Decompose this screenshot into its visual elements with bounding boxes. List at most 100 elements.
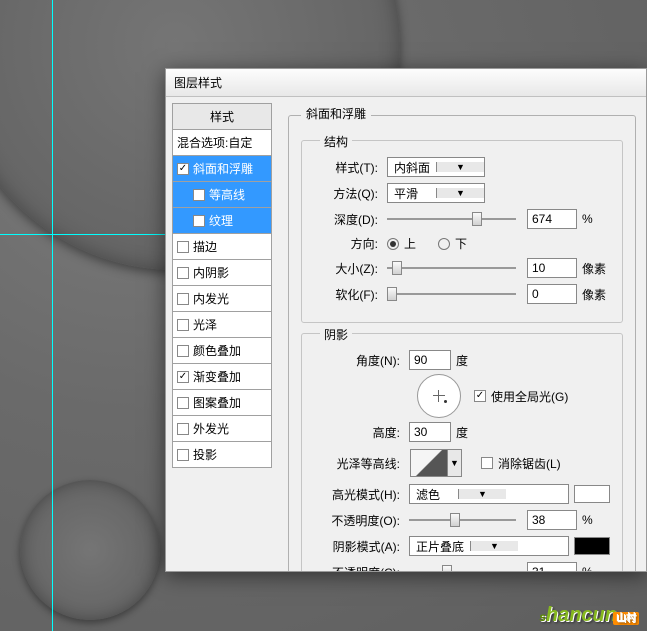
sidebar-item-label: 光泽 <box>193 316 217 333</box>
chevron-down-icon: ▼ <box>448 449 462 477</box>
depth-input[interactable]: 674 <box>527 209 577 229</box>
highlight-opacity-label: 不透明度(O): <box>314 512 404 529</box>
shading-legend: 阴影 <box>320 326 352 343</box>
sidebar-blend-options[interactable]: 混合选项:自定 <box>172 130 272 156</box>
checkbox-icon[interactable] <box>177 241 189 253</box>
direction-up-radio[interactable] <box>387 238 399 250</box>
chevron-down-icon: ▼ <box>470 541 518 551</box>
sidebar-item-label: 纹理 <box>209 212 233 229</box>
checkbox-icon[interactable] <box>193 189 205 201</box>
checkbox-icon[interactable] <box>177 423 189 435</box>
sidebar-item-drop-shadow[interactable]: 投影 <box>172 442 272 468</box>
sidebar-item-color-overlay[interactable]: 颜色叠加 <box>172 338 272 364</box>
highlight-color-swatch[interactable] <box>574 485 610 503</box>
checkbox-icon[interactable] <box>177 163 189 175</box>
depth-label: 深度(D): <box>314 211 382 228</box>
chevron-down-icon: ▼ <box>436 188 484 198</box>
shadow-mode-combo[interactable]: 正片叠底▼ <box>409 536 569 556</box>
highlight-opacity-input[interactable]: 38 <box>527 510 577 530</box>
structure-fieldset: 结构 样式(T): 内斜面▼ 方法(Q): 平滑▼ 深度(D): 674 % <box>301 140 623 323</box>
sidebar-item-gradient-overlay[interactable]: 渐变叠加 <box>172 364 272 390</box>
sidebar-item-label: 内发光 <box>193 290 229 307</box>
altitude-unit: 度 <box>456 424 468 441</box>
soften-label: 软化(F): <box>314 286 382 303</box>
sidebar-item-label: 渐变叠加 <box>193 368 241 385</box>
structure-legend: 结构 <box>320 133 352 150</box>
watermark: shancun山村 <box>539 604 639 627</box>
angle-input[interactable]: 90 <box>409 350 451 370</box>
highlight-mode-combo[interactable]: 滤色▼ <box>409 484 569 504</box>
chevron-down-icon: ▼ <box>458 489 506 499</box>
combo-value: 正片叠底 <box>410 538 470 555</box>
unit-percent: % <box>582 565 610 571</box>
dialog-title: 图层样式 <box>174 74 222 91</box>
technique-combo[interactable]: 平滑▼ <box>387 183 485 203</box>
sidebar-item-label: 外发光 <box>193 420 229 437</box>
antialias-checkbox[interactable] <box>481 457 493 469</box>
style-label: 样式(T): <box>314 159 382 176</box>
sidebar-item-label: 内阴影 <box>193 264 229 281</box>
size-input[interactable]: 10 <box>527 258 577 278</box>
depth-unit: % <box>582 212 610 226</box>
depth-slider[interactable] <box>387 210 516 228</box>
unit-percent: % <box>582 513 610 527</box>
sidebar-item-bevel[interactable]: 斜面和浮雕 <box>172 156 272 182</box>
sidebar-item-outer-glow[interactable]: 外发光 <box>172 416 272 442</box>
checkbox-icon[interactable] <box>177 267 189 279</box>
sidebar-item-pattern-overlay[interactable]: 图案叠加 <box>172 390 272 416</box>
sidebar-item-label: 混合选项:自定 <box>177 134 252 151</box>
technique-label: 方法(Q): <box>314 185 382 202</box>
size-slider[interactable] <box>387 259 516 277</box>
direction-label: 方向: <box>314 235 382 252</box>
checkbox-icon[interactable] <box>177 345 189 357</box>
direction-down-radio[interactable] <box>438 238 450 250</box>
sidebar-item-contour[interactable]: 等高线 <box>172 182 272 208</box>
soften-input[interactable]: 0 <box>527 284 577 304</box>
checkbox-icon[interactable] <box>177 449 189 461</box>
bevel-fieldset: 斜面和浮雕 结构 样式(T): 内斜面▼ 方法(Q): 平滑▼ 深度(D): 6 <box>288 107 636 571</box>
sidebar-item-satin[interactable]: 光泽 <box>172 312 272 338</box>
shadow-opacity-label: 不透明度(C): <box>314 564 404 572</box>
sidebar-item-label: 斜面和浮雕 <box>193 160 253 177</box>
sidebar-item-label: 描边 <box>193 238 217 255</box>
radio-label: 上 <box>404 235 416 252</box>
checkbox-icon[interactable] <box>177 293 189 305</box>
radio-label: 下 <box>455 235 467 252</box>
guide-vertical[interactable] <box>52 0 53 631</box>
canvas-shape-small-circle <box>20 480 160 620</box>
antialias-label: 消除锯齿(L) <box>498 455 561 472</box>
shadow-color-swatch[interactable] <box>574 537 610 555</box>
shading-fieldset: 阴影 角度(N): 90 度 <box>301 333 623 571</box>
sidebar-item-inner-glow[interactable]: 内发光 <box>172 286 272 312</box>
soften-slider[interactable] <box>387 285 516 303</box>
panel-title: 斜面和浮雕 <box>301 105 371 122</box>
contour-icon <box>410 449 448 477</box>
size-unit: 像素 <box>582 260 610 277</box>
sidebar-item-inner-shadow[interactable]: 内阴影 <box>172 260 272 286</box>
angle-dial[interactable] <box>417 374 461 418</box>
shadow-opacity-input[interactable]: 31 <box>527 562 577 571</box>
dialog-titlebar[interactable]: 图层样式 <box>166 69 646 97</box>
gloss-contour-picker[interactable]: ▼ <box>409 448 463 478</box>
sidebar-item-texture[interactable]: 纹理 <box>172 208 272 234</box>
altitude-label: 高度: <box>314 424 404 441</box>
style-combo[interactable]: 内斜面▼ <box>387 157 485 177</box>
sidebar-header[interactable]: 样式 <box>172 103 272 130</box>
altitude-input[interactable]: 30 <box>409 422 451 442</box>
main-panel: 斜面和浮雕 结构 样式(T): 内斜面▼ 方法(Q): 平滑▼ 深度(D): 6 <box>278 97 646 571</box>
highlight-mode-label: 高光模式(H): <box>314 486 404 503</box>
global-light-checkbox[interactable] <box>474 390 486 402</box>
checkbox-icon[interactable] <box>177 397 189 409</box>
angle-unit: 度 <box>456 352 468 369</box>
shadow-opacity-slider[interactable] <box>409 563 516 571</box>
checkbox-icon[interactable] <box>177 371 189 383</box>
sidebar-item-stroke[interactable]: 描边 <box>172 234 272 260</box>
gloss-contour-label: 光泽等高线: <box>314 455 404 472</box>
highlight-opacity-slider[interactable] <box>409 511 516 529</box>
angle-label: 角度(N): <box>314 352 404 369</box>
checkbox-icon[interactable] <box>193 215 205 227</box>
chevron-down-icon: ▼ <box>436 162 484 172</box>
combo-value: 内斜面 <box>388 159 436 176</box>
sidebar-item-label: 等高线 <box>209 186 245 203</box>
checkbox-icon[interactable] <box>177 319 189 331</box>
